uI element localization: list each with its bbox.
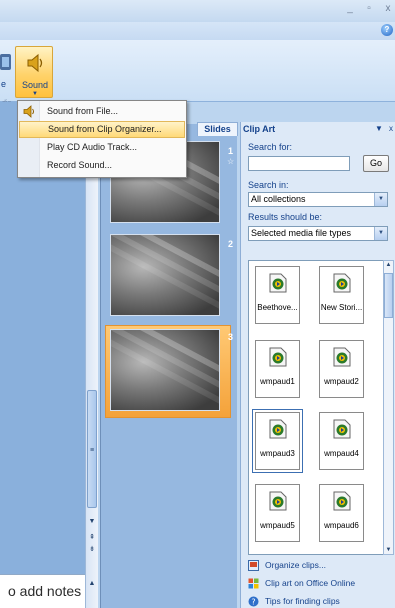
help-tip-icon: ? bbox=[248, 596, 259, 607]
search-input[interactable] bbox=[248, 156, 350, 171]
movie-button-label: e bbox=[1, 79, 7, 89]
clip-item-label: New Stori... bbox=[320, 303, 363, 312]
audio-clip-icon bbox=[269, 273, 287, 293]
pane-close-icon[interactable]: x bbox=[389, 124, 393, 133]
clip-item[interactable]: wmpaud1 bbox=[255, 340, 300, 398]
scrollbar-thumb[interactable] bbox=[384, 273, 393, 318]
movie-icon[interactable] bbox=[0, 52, 12, 72]
menu-item-sound-from-file[interactable]: Sound from File... bbox=[19, 103, 185, 120]
clip-item-label: wmpaud3 bbox=[260, 449, 295, 458]
audio-clip-icon bbox=[333, 419, 351, 439]
search-for-label: Search for: bbox=[248, 142, 293, 152]
slide-thumbnail[interactable] bbox=[110, 234, 220, 316]
minimize-button[interactable]: _ bbox=[343, 3, 357, 14]
scroll-up-icon[interactable]: ▲ bbox=[384, 262, 393, 268]
previous-slide-icon[interactable]: ⇞ bbox=[86, 533, 98, 541]
clip-item-label: Beethove... bbox=[257, 303, 298, 312]
menu-item-label: Record Sound... bbox=[47, 160, 113, 170]
editor-scrollbar[interactable]: ≡ ▼ ⇞ ⇟ ▲ bbox=[85, 125, 98, 608]
tab-slides[interactable]: Slides bbox=[197, 122, 238, 136]
menu-item-record-sound[interactable]: Record Sound... bbox=[19, 157, 185, 174]
menu-item-label: Sound from File... bbox=[47, 106, 119, 116]
clip-item[interactable]: wmpaud5 bbox=[255, 484, 300, 542]
pane-options-icon[interactable]: ▼ bbox=[375, 124, 383, 133]
notes-pane[interactable]: o add notes bbox=[0, 574, 85, 608]
restore-button[interactable]: ▫ bbox=[362, 3, 376, 14]
notes-placeholder: o add notes bbox=[8, 583, 82, 599]
slide-thumbnail-selected[interactable] bbox=[110, 329, 220, 411]
scroll-down-icon[interactable]: ▼ bbox=[384, 547, 393, 553]
slide-number: 1 bbox=[228, 146, 234, 156]
audio-clip-icon bbox=[333, 347, 351, 367]
animation-star-icon: ☆ bbox=[227, 157, 235, 166]
search-in-label: Search in: bbox=[248, 180, 289, 190]
audio-clip-icon bbox=[269, 419, 287, 439]
audio-clip-icon bbox=[333, 273, 351, 293]
svg-text:?: ? bbox=[251, 598, 255, 607]
slide-number: 2 bbox=[228, 239, 234, 249]
audio-clip-icon bbox=[269, 491, 287, 511]
clip-item-label: wmpaud5 bbox=[260, 521, 295, 530]
thumb-grip-icon: ≡ bbox=[89, 447, 95, 454]
scroll-up-icon[interactable]: ▲ bbox=[86, 580, 98, 587]
clip-item-label: wmpaud2 bbox=[324, 377, 359, 386]
clip-item-label: wmpaud1 bbox=[260, 377, 295, 386]
ribbon-body bbox=[0, 40, 395, 102]
speaker-icon bbox=[27, 53, 43, 73]
clip-item[interactable]: wmpaud6 bbox=[319, 484, 364, 542]
sound-button[interactable]: Sound ▼ bbox=[15, 46, 53, 98]
clip-item-selected[interactable]: wmpaud3 bbox=[252, 409, 303, 473]
help-icon[interactable]: ? bbox=[381, 24, 393, 36]
sound-menu: Sound from File... Sound from Clip Organ… bbox=[17, 100, 187, 178]
tips-label: Tips for finding clips bbox=[265, 596, 340, 606]
audio-clip-icon bbox=[333, 491, 351, 511]
results-select[interactable]: Selected media file types ▼ bbox=[248, 226, 388, 241]
results-value: Selected media file types bbox=[251, 228, 352, 238]
clip-item[interactable]: wmpaud4 bbox=[319, 412, 364, 470]
clip-item[interactable]: New Stori... bbox=[319, 266, 364, 324]
search-in-value: All collections bbox=[251, 194, 306, 204]
clip-art-online-label: Clip art on Office Online bbox=[265, 578, 356, 588]
results-label: Results should be: bbox=[248, 212, 323, 222]
clip-item-label: wmpaud4 bbox=[324, 449, 359, 458]
organizer-icon bbox=[248, 560, 259, 571]
menu-item-label: Play CD Audio Track... bbox=[47, 142, 138, 152]
go-button[interactable]: Go bbox=[363, 155, 389, 172]
next-slide-icon[interactable]: ⇟ bbox=[86, 545, 98, 553]
sound-button-label: Sound bbox=[21, 80, 49, 90]
office-online-icon bbox=[248, 578, 259, 589]
title-bar: _ ▫ x bbox=[0, 0, 395, 22]
slide-number: 3 bbox=[228, 332, 234, 342]
results-scrollbar[interactable]: ▲ ▼ bbox=[383, 260, 394, 555]
menu-item-sound-from-clip-organizer[interactable]: Sound from Clip Organizer... bbox=[19, 121, 185, 138]
search-in-select[interactable]: All collections ▼ bbox=[248, 192, 388, 207]
menu-item-play-cd-audio[interactable]: Play CD Audio Track... bbox=[19, 139, 185, 156]
clip-art-title: Clip Art bbox=[243, 124, 276, 134]
scroll-down-icon[interactable]: ▼ bbox=[86, 518, 98, 525]
close-button[interactable]: x bbox=[381, 3, 395, 14]
clip-item-label: wmpaud6 bbox=[324, 521, 359, 530]
ribbon-tabs bbox=[0, 22, 395, 40]
audio-clip-icon bbox=[269, 347, 287, 367]
chevron-down-icon: ▼ bbox=[32, 91, 38, 97]
clip-item[interactable]: Beethove... bbox=[255, 266, 300, 324]
chevron-down-icon[interactable]: ▼ bbox=[374, 193, 387, 206]
clip-item[interactable]: wmpaud2 bbox=[319, 340, 364, 398]
menu-item-label: Sound from Clip Organizer... bbox=[48, 124, 162, 134]
organize-clips-label: Organize clips... bbox=[265, 560, 326, 570]
speaker-icon bbox=[23, 105, 34, 118]
chevron-down-icon[interactable]: ▼ bbox=[374, 227, 387, 240]
